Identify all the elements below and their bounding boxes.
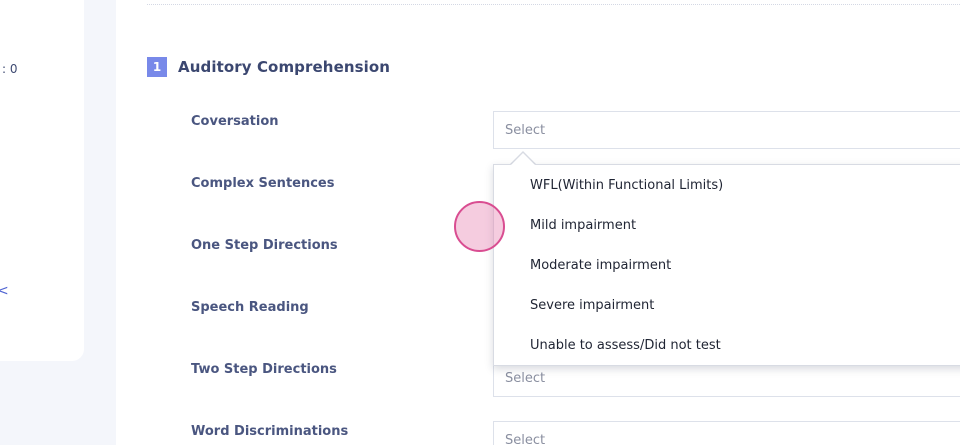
touch-indicator	[454, 201, 505, 252]
select-coversation[interactable]: Select	[493, 111, 960, 149]
question-label-complex-sentences: Complex Sentences	[191, 176, 335, 191]
section-title: Auditory Comprehension	[178, 58, 391, 76]
left-sidebar-link-fragment[interactable]: <	[0, 283, 9, 299]
select-value: Select	[505, 432, 546, 445]
question-label-coversation: Coversation	[191, 114, 279, 129]
dropdown-option-mild-impairment[interactable]: Mild impairment	[494, 205, 960, 245]
left-sidebar-card	[0, 0, 84, 361]
left-sidebar-text-fragment: : 0	[2, 62, 18, 76]
question-label-one-step-directions: One Step Directions	[191, 238, 338, 253]
select-word-discriminations[interactable]: Select	[493, 421, 960, 445]
dropdown-option-unable-to-assess[interactable]: Unable to assess/Did not test	[494, 325, 960, 365]
dropdown-option-moderate-impairment[interactable]: Moderate impairment	[494, 245, 960, 285]
question-label-speech-reading: Speech Reading	[191, 300, 309, 315]
section-number-badge: 1	[147, 57, 167, 77]
select-value: Select	[505, 122, 546, 138]
section-divider	[147, 4, 960, 5]
dropdown-option-severe-impairment[interactable]: Severe impairment	[494, 285, 960, 325]
question-label-two-step-directions: Two Step Directions	[191, 362, 337, 377]
dropdown-caret-fill	[511, 153, 535, 165]
section-header: 1 Auditory Comprehension	[147, 57, 390, 77]
select-value: Select	[505, 370, 546, 386]
question-label-word-discriminations: Word Discriminations	[191, 424, 349, 439]
dropdown-menu: WFL(Within Functional Limits) Mild impai…	[493, 164, 960, 366]
dropdown-option-wfl[interactable]: WFL(Within Functional Limits)	[494, 165, 960, 205]
